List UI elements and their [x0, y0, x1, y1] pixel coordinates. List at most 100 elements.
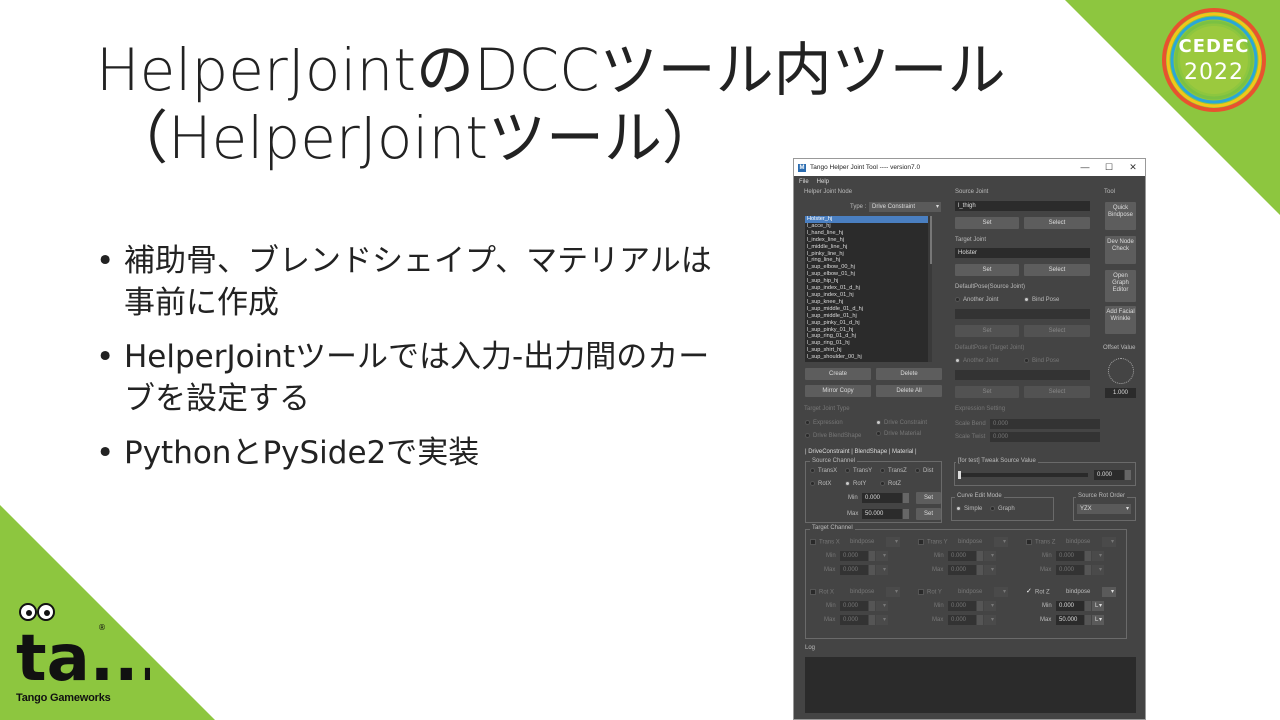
log-area[interactable] [805, 657, 1136, 713]
list-item[interactable]: l_sup_knee_hj [805, 299, 932, 306]
target-channel-min-spinner[interactable] [869, 551, 875, 561]
target-channel-min-interp[interactable]: L [1092, 601, 1104, 611]
target-channel-min-spinner[interactable] [1085, 551, 1091, 561]
tweak-slider-handle[interactable] [958, 471, 961, 479]
source-joint-field[interactable]: l_thigh [955, 201, 1090, 211]
target-channel-mode-dropdown[interactable] [1102, 587, 1116, 597]
source-joint-select-button[interactable]: Select [1024, 217, 1090, 229]
delete-all-button[interactable]: Delete All [876, 385, 942, 397]
target-channel-max-interp[interactable] [876, 615, 888, 625]
transy-radio[interactable]: TransY [845, 468, 872, 474]
source-max-field[interactable]: 50.000 [862, 509, 902, 519]
target-channel-min-field[interactable]: 0.000 [948, 551, 976, 561]
delete-button[interactable]: Delete [876, 368, 942, 380]
list-item[interactable]: l_sup_middle_01_hj [805, 313, 932, 320]
target-channel-mode[interactable]: bindpose [958, 589, 982, 595]
list-item[interactable]: l_sup_index_01_d_hj [805, 285, 932, 292]
target-channel-min-interp[interactable] [876, 601, 888, 611]
list-item[interactable]: l_sup_index_01_hj [805, 292, 932, 299]
target-another-joint-radio[interactable]: Another Joint [955, 358, 998, 364]
target-channel-min-spinner[interactable] [977, 601, 983, 611]
target-channel-checkbox[interactable]: Trans Z [1026, 539, 1055, 546]
transz-radio[interactable]: TransZ [880, 468, 907, 474]
target-channel-max-spinner[interactable] [1085, 615, 1091, 625]
source-bind-pose-radio[interactable]: Bind Pose [1024, 297, 1059, 303]
mirror-copy-button[interactable]: Mirror Copy [805, 385, 871, 397]
target-channel-min-interp[interactable] [984, 551, 996, 561]
target-channel-checkbox[interactable]: ✓ Rot Z [1026, 588, 1050, 596]
list-item[interactable]: l_sup_pinky_01_d_hj [805, 320, 932, 327]
offset-value-field[interactable]: 1.000 [1105, 388, 1136, 398]
target-channel-max-field[interactable]: 0.000 [948, 615, 976, 625]
default-pose-target-field[interactable] [955, 370, 1090, 380]
target-channel-min-field[interactable]: 0.000 [1056, 601, 1084, 611]
target-channel-min-interp[interactable] [984, 601, 996, 611]
offset-dial[interactable] [1108, 358, 1134, 384]
default-pose-source-field[interactable] [955, 309, 1090, 319]
default-pose-source-select-button[interactable]: Select [1024, 325, 1090, 337]
target-channel-max-spinner[interactable] [977, 615, 983, 625]
target-channel-max-interp[interactable] [1092, 565, 1104, 575]
list-item[interactable]: l_acce_hj [805, 223, 932, 230]
rotx-radio[interactable]: RotX [810, 481, 831, 487]
target-channel-mode[interactable]: bindpose [1066, 589, 1090, 595]
expression-radio[interactable]: Expression [805, 420, 843, 426]
target-channel-mode[interactable]: bindpose [958, 539, 982, 545]
helper-joint-node-list[interactable]: Holster_hj l_acce_hj l_hand_line_hj l_in… [805, 216, 932, 362]
default-pose-source-set-button[interactable]: Set [955, 325, 1019, 337]
target-channel-min-interp[interactable] [876, 551, 888, 561]
target-joint-select-button[interactable]: Select [1024, 264, 1090, 276]
target-channel-min-field[interactable]: 0.000 [840, 601, 868, 611]
list-item[interactable]: l_sup_pinky_01_hj [805, 327, 932, 334]
minimize-button[interactable]: — [1073, 162, 1097, 173]
target-channel-mode-dropdown[interactable] [994, 537, 1008, 547]
rotz-radio[interactable]: RotZ [880, 481, 901, 487]
target-bind-pose-radio[interactable]: Bind Pose [1024, 358, 1059, 364]
list-scrollbar[interactable] [928, 216, 932, 362]
target-channel-mode-dropdown[interactable] [1102, 537, 1116, 547]
type-dropdown[interactable]: Drive Constraint [869, 202, 941, 212]
source-min-spinner[interactable] [903, 493, 909, 503]
target-channel-max-field[interactable]: 0.000 [1056, 565, 1084, 575]
target-channel-mode-dropdown[interactable] [886, 537, 900, 547]
target-channel-max-spinner[interactable] [869, 565, 875, 575]
source-another-joint-radio[interactable]: Another Joint [955, 297, 998, 303]
target-channel-min-spinner[interactable] [1085, 601, 1091, 611]
target-channel-checkbox[interactable]: Rot Y [918, 589, 942, 596]
list-item[interactable]: l_hand_line_hj [805, 230, 932, 237]
target-channel-min-spinner[interactable] [977, 551, 983, 561]
target-channel-max-field[interactable]: 0.000 [840, 565, 868, 575]
target-channel-max-interp[interactable] [984, 615, 996, 625]
target-channel-max-field[interactable]: 50.000 [1056, 615, 1084, 625]
default-pose-target-set-button[interactable]: Set [955, 386, 1019, 398]
list-item[interactable]: l_sup_elbow_00_hj [805, 264, 932, 271]
source-min-field[interactable]: 0.000 [862, 493, 902, 503]
quick-bindpose-button[interactable]: Quick Bindpose [1105, 202, 1136, 230]
close-button[interactable]: ✕ [1121, 162, 1145, 173]
target-channel-mode[interactable]: bindpose [850, 589, 874, 595]
target-channel-max-spinner[interactable] [1085, 565, 1091, 575]
list-item[interactable]: l_sup_shoulder_00_hj [805, 354, 932, 361]
source-joint-set-button[interactable]: Set [955, 217, 1019, 229]
target-channel-checkbox[interactable]: Trans X [810, 539, 840, 546]
roty-radio[interactable]: RotY [845, 481, 866, 487]
target-channel-min-field[interactable]: 0.000 [840, 551, 868, 561]
target-channel-checkbox[interactable]: Trans Y [918, 539, 948, 546]
list-item[interactable]: l_sup_middle_01_d_hj [805, 306, 932, 313]
list-item[interactable]: l_ring_line_hj [805, 257, 932, 264]
dev-node-check-button[interactable]: Dev Node Check [1105, 236, 1136, 264]
source-max-spinner[interactable] [903, 509, 909, 519]
list-item[interactable]: l_sup_ring_01_d_hj [805, 333, 932, 340]
target-channel-checkbox[interactable]: Rot X [810, 589, 834, 596]
target-channel-mode-dropdown[interactable] [886, 587, 900, 597]
scale-bend-field[interactable]: 0.000 [990, 419, 1100, 429]
list-item[interactable]: l_sup_ring_01_hj [805, 340, 932, 347]
drive-material-radio[interactable]: Drive Material [876, 431, 921, 437]
list-item[interactable]: l_pinky_line_hj [805, 251, 932, 258]
list-item[interactable]: l_sup_hip_hj [805, 278, 932, 285]
target-channel-max-interp[interactable]: L [1092, 615, 1104, 625]
open-graph-editor-button[interactable]: Open Graph Editor [1105, 270, 1136, 302]
drive-blendshape-radio[interactable]: Drive BlendShape [805, 433, 861, 439]
add-facial-wrinkle-button[interactable]: Add Facial Wrinkle [1105, 306, 1136, 334]
target-channel-max-field[interactable]: 0.000 [948, 565, 976, 575]
